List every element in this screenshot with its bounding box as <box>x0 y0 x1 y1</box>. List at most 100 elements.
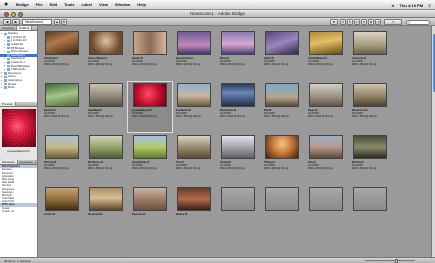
disclosure-triangle-icon[interactable]: ▸ <box>4 40 6 42</box>
menu-label[interactable]: Label <box>82 2 92 7</box>
tab-keywords[interactable]: Keywords <box>18 160 36 164</box>
disclosure-triangle-icon[interactable]: ▸ <box>4 69 6 71</box>
thumbnail-cell[interactable] <box>260 186 304 236</box>
thumbnail-image[interactable] <box>45 31 79 55</box>
thumbnail-image[interactable] <box>45 83 79 107</box>
thumbnail-cell[interactable]: Tiffany.tif 2/17/2005 3600 x 4800 @ 300 pp… <box>260 134 304 184</box>
thumbnail-image[interactable] <box>309 31 343 55</box>
thumbnail-image[interactable] <box>177 135 211 159</box>
menu-edit[interactable]: Edit <box>50 2 58 7</box>
disclosure-triangle-icon[interactable]: ▸ <box>1 33 3 35</box>
thumbnail-image[interactable] <box>221 83 255 107</box>
thumbnail-image[interactable] <box>177 187 211 211</box>
thumbnail-cell[interactable]: Sandfields.tif 2/17/2005 4800 x 3600 @ 300… <box>172 82 216 132</box>
disclosure-triangle-icon[interactable]: ▸ <box>4 54 6 56</box>
disclosure-triangle-icon[interactable]: ▸ <box>4 51 6 53</box>
thumbnail-image[interactable] <box>221 31 255 55</box>
clock[interactable]: Thu 4:19 PM <box>400 3 424 8</box>
thumbnail-cell[interactable]: Arches.tif <box>40 186 84 236</box>
thumbnail-image[interactable] <box>309 187 343 211</box>
thumbnail-cell[interactable]: joyseedsleprsl.tif 2/17/2005 3200 x 4800 @… <box>127 81 173 133</box>
thumbnail-cell[interactable]: Mesa.tif 2/17/2005 4800 x 3600 @ 300 ppi <box>216 30 260 80</box>
thumbnail-size-knob[interactable] <box>395 258 398 263</box>
thumbnail-cell[interactable]: Redroom.tif <box>128 186 172 236</box>
thumbnail-cell[interactable] <box>348 186 392 236</box>
thumbnail-cell[interactable]: Eureka.tif 2/17/2005 4800 x 3600 @ 300 ppi <box>216 134 260 184</box>
favorites-icon[interactable]: ★ <box>61 19 67 25</box>
thumbnail-cell[interactable]: Redoor.tif <box>172 186 216 236</box>
tab-preview[interactable]: Preview <box>0 102 16 106</box>
thumbnail-cell[interactable]: DaysAndsm.tif 2/17/2005 5600 x 4200 @ 300 … <box>172 30 216 80</box>
rotate-right-icon[interactable]: ↻ <box>347 19 353 25</box>
thumbnail-image[interactable] <box>265 31 299 55</box>
thumbnail-cell[interactable]: Dirtroad.tif 2/17/2005 3200 x 2400 @ 300 p… <box>40 134 84 184</box>
rotate-left-icon[interactable]: ↺ <box>340 19 346 25</box>
thumbnail-image[interactable] <box>177 83 211 107</box>
thumbnail-cell[interactable]: GoldenWaves.tif 2/17/2005 4800 x 3600 @ 30… <box>304 30 348 80</box>
thumbnail-cell[interactable]: SpringFields.tif 2/17/2005 4800 x 3600 @ 3… <box>128 134 172 184</box>
workspace-menu[interactable]: ≡ <box>384 19 402 25</box>
disclosure-triangle-icon[interactable]: ▸ <box>1 72 3 74</box>
thumbnail-image[interactable] <box>89 135 123 159</box>
thumbnail-cell[interactable]: Quarter.tif 2/17/2005 4800 x 3600 @ 300 pp… <box>40 82 84 132</box>
thumbnail-cell[interactable]: Fallen.tif 2/17/2005 4800 x 3600 @ 300 ppi <box>260 30 304 80</box>
thumbnail-image[interactable] <box>353 83 387 107</box>
open-recent-icon[interactable]: ◷ <box>375 19 381 25</box>
thumbnail-image[interactable] <box>89 187 123 211</box>
thumbnail-size-slider[interactable] <box>365 258 415 263</box>
thumbnail-cell[interactable]: foldedcat.tif 2/17/2005 3600 x 1600 @ 300 … <box>40 30 84 80</box>
thumbnail-cell[interactable] <box>304 186 348 236</box>
thumbnail-cell[interactable]: Steps.tif 2/17/2005 4800 x 3600 @ 300 ppi <box>304 82 348 132</box>
trash-icon[interactable]: ✕ <box>361 19 367 25</box>
disclosure-triangle-icon[interactable]: ▸ <box>4 58 6 60</box>
thumbnail-cell[interactable]: Anchored.tif 2/17/2005 4800 x 3600 @ 300 p… <box>348 30 392 80</box>
thumbnail-cell[interactable]: Bell.tif 2/17/2005 4800 x 3600 @ 300 ppi <box>260 82 304 132</box>
folder-path-select[interactable]: NewScans1 <box>22 19 52 25</box>
thumbnail-image[interactable] <box>221 135 255 159</box>
vertical-scrollbar[interactable] <box>431 26 435 257</box>
thumbnail-image[interactable] <box>89 31 123 55</box>
menu-file[interactable]: File <box>36 2 43 7</box>
thumbnail-cell[interactable]: Pew.tif 2/17/2005 4800 x 3600 @ 300 ppi <box>304 134 348 184</box>
thumbnail-cell[interactable]: MonteCarlo.tif 2/17/2005 4800 x 3600 @ 300… <box>216 82 260 132</box>
thumbnail-image[interactable] <box>45 187 79 211</box>
speaker-icon[interactable]: ◄ <box>391 3 395 8</box>
thumbnail-cell[interactable]: My Memos.tif 2/17/2005 4800 x 3600 @ 300 p… <box>84 134 128 184</box>
thumbnail-image[interactable] <box>177 31 211 55</box>
disclosure-triangle-icon[interactable]: ▸ <box>1 76 3 78</box>
thumbnail-image[interactable] <box>133 83 167 107</box>
disclosure-triangle-icon[interactable]: ▸ <box>4 62 6 64</box>
menu-help[interactable]: Help <box>137 2 146 7</box>
folder-tree-item[interactable]: ▸ Music <box>0 86 37 90</box>
thumbnail-image[interactable] <box>265 187 299 211</box>
disclosure-triangle-icon[interactable]: ▸ <box>1 87 3 89</box>
disclosure-triangle-icon[interactable]: ▸ <box>1 83 3 85</box>
thumbnail-image[interactable] <box>353 31 387 55</box>
menu-app[interactable]: Bridge <box>16 2 29 7</box>
disclosure-triangle-icon[interactable]: ▸ <box>4 44 6 46</box>
disclosure-triangle-icon[interactable]: ▸ <box>4 65 6 67</box>
menu-window[interactable]: Window <box>115 2 130 7</box>
thumbnail-image[interactable] <box>265 83 299 107</box>
tab-folders[interactable]: Folders <box>17 26 33 30</box>
menu-view[interactable]: View <box>99 2 108 7</box>
back-button[interactable]: ◀ <box>3 19 11 25</box>
disclosure-triangle-icon[interactable]: ▸ <box>4 47 6 49</box>
disclosure-triangle-icon[interactable]: ▸ <box>1 80 3 82</box>
thumbnail-image[interactable] <box>89 83 123 107</box>
thumbnail-cell[interactable]: Tree.tif 2/17/2005 4800 x 3600 @ 300 ppi <box>172 134 216 184</box>
thumbnail-image[interactable] <box>133 187 167 211</box>
thumbnail-image[interactable] <box>309 135 343 159</box>
thumbnail-image[interactable] <box>133 135 167 159</box>
menu-tools[interactable]: Tools <box>64 2 74 7</box>
thumbnail-cell[interactable]: Reader.tif 2/17/2005 2000 x 1400 @ 300 ppi <box>128 30 172 80</box>
thumbnail-cell[interactable] <box>216 186 260 236</box>
thumbnail-image[interactable] <box>221 187 255 211</box>
thumbnail-image[interactable] <box>309 83 343 107</box>
tab-favorites[interactable]: Favorites <box>0 26 18 30</box>
thumbnail-image[interactable] <box>265 135 299 159</box>
apple-icon[interactable]: ● <box>4 1 11 8</box>
thumbnail-cell[interactable]: Fannie Winter.tif 2/17/2005 3600 x 4800 @ … <box>84 30 128 80</box>
forward-button[interactable]: ▶ <box>12 19 20 25</box>
thumbnail-image[interactable] <box>353 187 387 211</box>
